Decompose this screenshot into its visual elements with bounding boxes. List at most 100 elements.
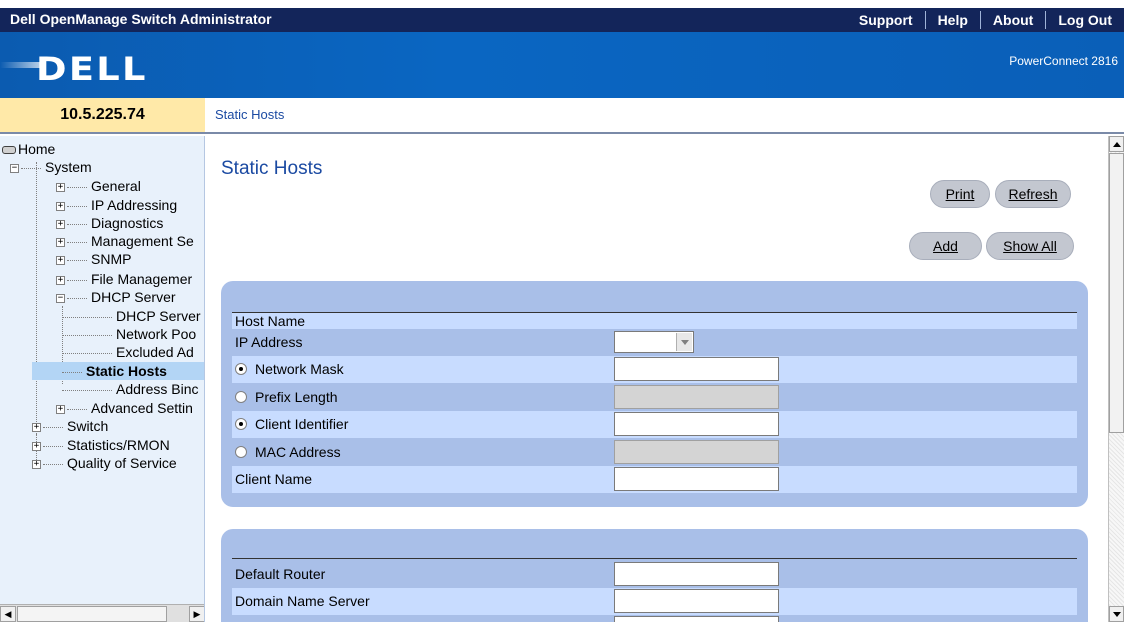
network-mask-radio[interactable] [235,363,247,375]
divider [232,558,1077,559]
tree-connector [62,334,112,336]
network-mask-row: Network Mask [232,356,1077,383]
about-link[interactable]: About [993,12,1033,28]
client-identifier-text: Client Identifier [255,416,349,432]
tree-connector [62,316,112,318]
prefix-length-radio[interactable] [235,391,247,403]
collapse-icon[interactable]: − [10,163,19,173]
expand-icon[interactable]: + [56,255,65,265]
expand-icon[interactable]: + [56,275,65,285]
tree-label: Statistics/RMON [67,437,170,453]
refresh-button[interactable]: Refresh [995,180,1071,208]
prefix-length-label: Prefix Length [235,389,338,405]
tree-item-dhcp-server-config[interactable]: DHCP Server [62,307,201,325]
ip-address-select[interactable] [614,331,694,353]
expand-icon[interactable]: + [56,404,65,414]
host-name-row: Host Name [232,313,1077,329]
scrollbar-thumb[interactable] [17,606,167,622]
tree-label: System [45,159,92,175]
expand-icon[interactable]: + [56,237,65,247]
vertical-scrollbar[interactable] [1108,136,1124,622]
tree-item-system[interactable]: − System [10,158,92,176]
breadcrumb-link[interactable]: Static Hosts [215,107,284,122]
tree-item-switch[interactable]: + Switch [32,417,108,435]
tree-item-ip-addressing[interactable]: + IP Addressing [56,196,177,214]
tree-label: Quality of Service [67,455,177,471]
tree-item-snmp[interactable]: + SNMP [56,250,131,268]
client-name-label: Client Name [235,471,313,487]
mac-address-label: MAC Address [235,444,341,460]
chevron-down-icon[interactable] [676,333,692,351]
model-name: PowerConnect 2816 [1009,54,1118,68]
tree-item-network-pool[interactable]: Network Poo [62,325,196,343]
expand-icon[interactable]: + [32,441,41,451]
tree-item-excluded-addresses[interactable]: Excluded Ad [62,343,194,361]
scroll-right-icon[interactable]: ▶ [189,606,204,622]
tree-connector [67,205,87,207]
tree-item-management-security[interactable]: + Management Se [56,232,194,250]
device-ip: 10.5.225.74 [0,98,205,134]
drive-icon [2,146,16,155]
tree-item-address-binding[interactable]: Address Binc [62,380,198,398]
default-router-input[interactable] [614,562,779,586]
tree-connector [43,426,63,428]
scroll-up-icon[interactable] [1109,136,1124,152]
tree-label: Static Hosts [86,363,167,379]
client-name-input[interactable] [614,467,779,491]
expand-icon[interactable]: + [32,459,41,469]
tree-label: Management Se [91,233,194,249]
next-input[interactable] [614,616,779,622]
domain-name-server-input[interactable] [614,589,779,613]
client-identifier-input[interactable] [614,412,779,436]
logout-link[interactable]: Log Out [1058,12,1112,28]
domain-name-server-row: Domain Name Server [232,588,1077,615]
show-all-button[interactable]: Show All [986,232,1074,260]
divider [1045,11,1047,29]
tree-label: IP Addressing [91,197,178,213]
tree-label: Excluded Ad [116,344,194,360]
default-router-row: Default Router [232,561,1077,588]
tree-connector [43,445,63,447]
tree-item-general[interactable]: + General [56,177,141,195]
tree-item-statistics[interactable]: + Statistics/RMON [32,436,170,454]
tree-item-advanced-settings[interactable]: + Advanced Settin [56,399,193,417]
client-identifier-label: Client Identifier [235,416,348,432]
tree-label: DHCP Server [116,308,201,324]
tree-item-diagnostics[interactable]: + Diagnostics [56,214,163,232]
expand-icon[interactable]: + [56,219,65,229]
support-link[interactable]: Support [859,12,913,28]
tree-connector [67,223,87,225]
tree-line [36,162,37,440]
scroll-down-icon[interactable] [1109,606,1124,622]
brand-banner: DELL PowerConnect 2816 [0,32,1124,98]
tree-item-qos[interactable]: + Quality of Service [32,454,177,472]
print-button[interactable]: Print [930,180,990,208]
dell-logo: DELL [36,50,148,88]
ip-address-row: IP Address [232,329,1077,356]
scrollbar-thumb[interactable] [1109,153,1124,433]
expand-icon[interactable]: + [56,182,65,192]
prefix-length-input[interactable] [614,385,779,409]
expand-icon[interactable]: + [32,422,41,432]
help-link[interactable]: Help [938,12,968,28]
tree-item-file-management[interactable]: + File Managemer [56,270,192,288]
tree-label: Home [18,141,56,157]
tree-item-dhcp-server[interactable]: − DHCP Server [56,288,176,306]
tree-item-home[interactable]: Home [2,140,55,158]
prefix-length-row: Prefix Length [232,384,1077,411]
client-identifier-radio[interactable] [235,418,247,430]
sidebar-horizontal-scrollbar[interactable]: ◀ ▶ [0,604,204,622]
mac-address-row: MAC Address [232,439,1077,466]
page-title: Static Hosts [221,158,323,179]
mac-address-radio[interactable] [235,446,247,458]
tree-item-static-hosts[interactable]: Static Hosts [32,362,204,380]
scroll-left-icon[interactable]: ◀ [0,606,16,622]
host-name-label: Host Name [235,313,306,329]
expand-icon[interactable]: + [56,201,65,211]
tree-connector [67,408,87,410]
add-button[interactable]: Add [909,232,982,260]
mac-address-input[interactable] [614,440,779,464]
collapse-icon[interactable]: − [56,293,65,303]
tree-label: Switch [67,418,109,434]
network-mask-input[interactable] [614,357,779,381]
